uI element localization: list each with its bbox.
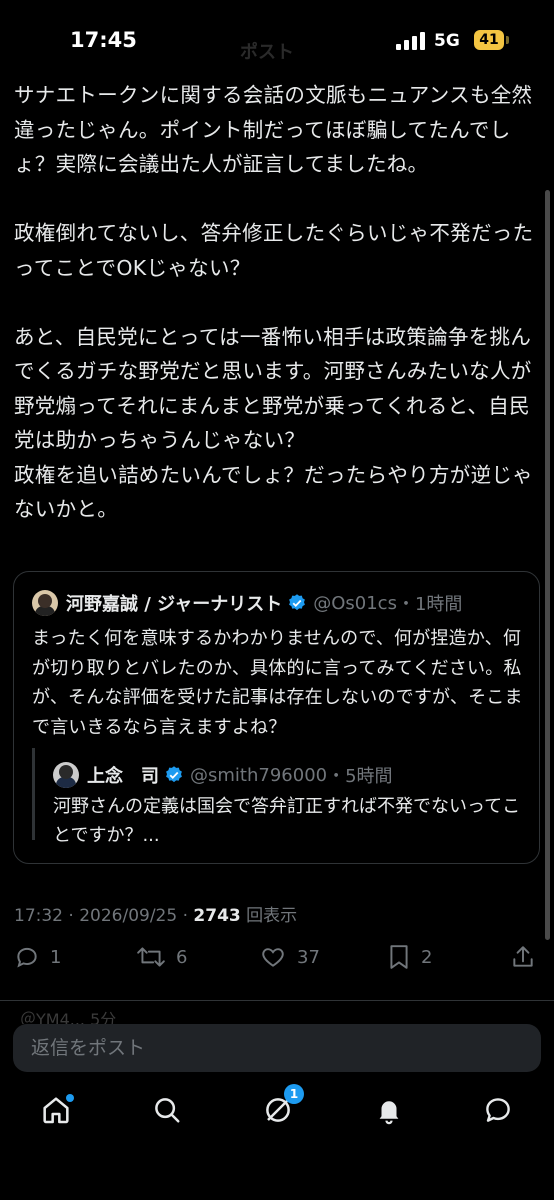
view-count[interactable]: 2743 xyxy=(193,906,240,926)
like-count: 37 xyxy=(297,946,320,968)
tab-grok[interactable]: 1 xyxy=(258,1084,304,1130)
battery-cap xyxy=(506,36,509,44)
reply-input[interactable] xyxy=(13,1024,541,1072)
reply-button[interactable]: 1 xyxy=(14,944,61,970)
bookmark-icon xyxy=(390,945,408,969)
battery-icon: 41 xyxy=(474,30,504,50)
repost-count: 6 xyxy=(176,946,188,968)
tab-messages[interactable] xyxy=(478,1090,518,1130)
avatar[interactable] xyxy=(53,762,79,788)
nested-author-handle: @smith796000 xyxy=(190,764,328,786)
scrollbar[interactable] xyxy=(545,190,550,940)
search-icon xyxy=(155,1098,180,1123)
nested-quoted-post[interactable]: 上念 司 @smith796000 ・5時間 河野さんの定義は国会で答弁訂正すれ… xyxy=(32,748,530,846)
quoted-post-time: ・1時間 xyxy=(396,594,463,615)
quoted-author-handle: @Os01cs xyxy=(313,592,397,614)
nested-post-time: ・5時間 xyxy=(327,766,393,787)
bookmark-button[interactable]: 2 xyxy=(387,944,432,970)
repost-button[interactable]: 6 xyxy=(136,944,187,970)
share-button[interactable] xyxy=(510,944,546,970)
like-button[interactable]: 37 xyxy=(259,944,320,970)
notification-badge: 1 xyxy=(284,1084,304,1104)
verified-badge-icon xyxy=(164,765,184,785)
bottom-tab-bar: 1 xyxy=(0,1084,554,1150)
avatar[interactable] xyxy=(32,590,58,616)
verified-badge-icon xyxy=(287,593,307,613)
post-meta: 17:32 · 2026/09/25 · 2743 回表示 xyxy=(14,901,297,926)
nested-post-header: 上念 司 @smith796000 ・5時間 xyxy=(53,762,393,788)
next-reply-peek: ＠YM4... 5分 xyxy=(20,1010,117,1024)
quoted-author-name[interactable]: 河野嘉誠 / ジャーナリスト xyxy=(66,590,282,616)
reply-icon xyxy=(17,947,37,968)
tab-search[interactable] xyxy=(147,1090,187,1130)
tab-home[interactable] xyxy=(36,1090,76,1130)
network-type: 5G xyxy=(434,31,460,51)
reply-composer[interactable] xyxy=(13,1024,541,1072)
heart-icon xyxy=(262,948,284,967)
status-time: 17:45 xyxy=(70,28,137,52)
quoted-post[interactable]: 河野嘉誠 / ジャーナリスト @Os01cs ・1時間 まったく何を意味するかわ… xyxy=(13,571,540,864)
status-bar: 17:45 ポスト 5G 41 xyxy=(0,0,554,80)
post-timestamp: 17:32 · 2026/09/25 · xyxy=(14,906,194,926)
nested-post-text: 河野さんの定義は国会で答弁訂正すれば不発でないってことですか？... xyxy=(53,796,521,846)
quoted-post-header: 河野嘉誠 / ジャーナリスト @Os01cs ・1時間 xyxy=(32,590,462,616)
header-title-peek: ポスト xyxy=(240,42,294,63)
bell-icon xyxy=(379,1101,399,1125)
tab-notifications[interactable] xyxy=(369,1090,409,1130)
signal-icon xyxy=(396,32,425,50)
reply-count: 1 xyxy=(50,946,62,968)
bookmark-count: 2 xyxy=(421,946,433,968)
post-body: サナエトークンに関する会話の文脈もニュアンスも全然違ったじゃん。ポイント制だって… xyxy=(14,83,534,521)
action-bar: 1 6 37 2 xyxy=(0,944,554,980)
share-icon xyxy=(513,946,533,967)
view-label: 回表示 xyxy=(240,906,298,926)
repost-icon xyxy=(137,947,165,967)
quoted-post-text: まったく何を意味するかわかりませんので、何が捏造か、何が切り取りとバレたのか、具… xyxy=(32,628,523,738)
divider xyxy=(0,1000,554,1001)
nested-author-name[interactable]: 上念 司 xyxy=(87,762,159,788)
chat-bubble-icon xyxy=(486,1098,510,1122)
home-unread-dot xyxy=(66,1094,74,1102)
